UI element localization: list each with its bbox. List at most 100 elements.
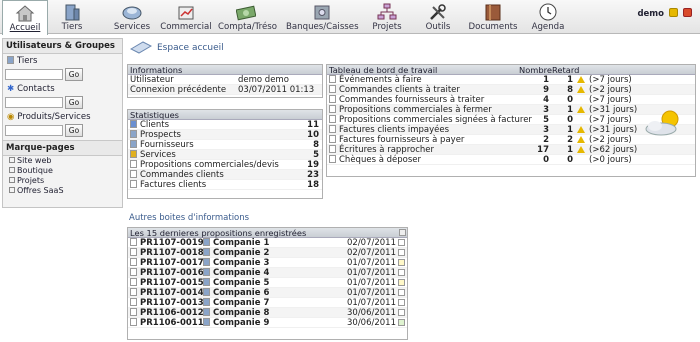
menu-tiers[interactable]: Tiers xyxy=(54,0,90,34)
menu-documents[interactable]: Documents xyxy=(468,0,518,34)
dashboard-row[interactable]: Factures clients impayées 3 1 (>31 jours) xyxy=(327,125,695,135)
proposal-row[interactable]: PR1107-0016 Companie 4 01/07/2011 xyxy=(128,268,407,278)
search-contacts-label[interactable]: Contacts xyxy=(17,84,55,94)
dashboard-row[interactable]: Propositions commerciales signées à fact… xyxy=(327,115,695,125)
dashboard-delai: (>31 jours) xyxy=(589,105,638,115)
logout-icon[interactable] xyxy=(683,8,692,17)
search-tiers-go-button[interactable]: Go xyxy=(65,68,83,81)
dashboard-delai: (>62 jours) xyxy=(589,145,638,155)
proposal-ref[interactable]: PR1107-0019 xyxy=(140,238,204,248)
company-cell: Companie 9 xyxy=(203,318,269,328)
company-cell: Companie 7 xyxy=(203,298,269,308)
proposal-ref[interactable]: PR1107-0015 xyxy=(140,278,204,288)
dashboard-row[interactable]: Commandes clients à traiter 9 8 (>2 jours) xyxy=(327,85,695,95)
dashboard-box: Tableau de bord de travail Nombre Retard… xyxy=(326,64,696,177)
proposal-row[interactable]: PR1107-0017 Companie 3 01/07/2011 xyxy=(128,258,407,268)
menu-agenda[interactable]: Agenda xyxy=(530,0,566,34)
warning-icon xyxy=(574,135,585,145)
safe-icon xyxy=(312,3,332,21)
proposal-ref[interactable]: PR1107-0018 xyxy=(140,248,204,258)
dashboard-row[interactable]: Chèques à déposer 0 0 (>0 jours) xyxy=(327,155,695,165)
company-name[interactable]: Companie 8 xyxy=(213,308,269,318)
documents-icon xyxy=(483,3,503,21)
proposal-status-icon xyxy=(398,289,405,296)
stat-label: Fournisseurs xyxy=(140,140,194,150)
stat-row[interactable]: Clients 11 xyxy=(128,120,322,130)
bookmark-item[interactable]: Boutique xyxy=(3,166,122,176)
menu-services[interactable]: Services xyxy=(112,0,152,34)
menu-projets[interactable]: Projets xyxy=(370,0,404,34)
other-boxes-link[interactable]: Autres boites d'informations xyxy=(129,213,249,223)
proposal-date: 30/06/2011 xyxy=(347,308,396,318)
search-contacts-go-button[interactable]: Go xyxy=(65,96,83,109)
dashboard-nombre: 0 xyxy=(543,155,549,165)
company-name[interactable]: Companie 9 xyxy=(213,318,269,328)
proposal-row[interactable]: PR1107-0015 Companie 5 01/07/2011 xyxy=(128,278,407,288)
company-name[interactable]: Companie 7 xyxy=(213,298,269,308)
menu-compta[interactable]: Compta/Tréso xyxy=(218,0,277,34)
proposal-ref[interactable]: PR1106-0012 xyxy=(140,308,204,318)
dashboard-row[interactable]: Événements à faire 1 1 (>7 jours) xyxy=(327,75,695,85)
sidebar-header[interactable]: Utilisateurs & Groupes xyxy=(3,39,122,54)
bookmarks-header[interactable]: Marque-pages xyxy=(3,140,122,156)
proposal-row[interactable]: PR1106-0012 Companie 8 30/06/2011 xyxy=(128,308,407,318)
bookmark-icon xyxy=(9,157,15,163)
search-contacts-input[interactable] xyxy=(5,97,63,108)
proposal-ref[interactable]: PR1107-0014 xyxy=(140,288,204,298)
bookmark-item[interactable]: Projets xyxy=(3,176,122,186)
bookmark-item[interactable]: Site web xyxy=(3,156,122,166)
box-close-icon[interactable] xyxy=(399,229,406,236)
dashboard-row[interactable]: Commandes fournisseurs à traiter 4 0 (>7 jo… xyxy=(327,95,695,105)
proposal-icon xyxy=(130,278,137,286)
money-icon xyxy=(235,3,257,21)
dashboard-delai: (>2 jours) xyxy=(589,135,632,145)
dashboard-row[interactable]: Écritures à rapprocher 17 1 (>62 jours) xyxy=(327,145,695,155)
menu-accueil[interactable]: Accueil xyxy=(2,0,48,35)
search-products-go-button[interactable]: Go xyxy=(65,124,83,137)
company-name[interactable]: Companie 6 xyxy=(213,288,269,298)
company-name[interactable]: Companie 1 xyxy=(213,238,269,248)
dashboard-nombre: 4 xyxy=(543,95,549,105)
company-name[interactable]: Companie 2 xyxy=(213,248,269,258)
proposal-status-icon xyxy=(398,279,405,286)
company-name[interactable]: Companie 3 xyxy=(213,258,269,268)
bookmark-item[interactable]: Offres SaaS xyxy=(3,186,122,196)
stat-row[interactable]: Fournisseurs 8 xyxy=(128,140,322,150)
dashboard-row[interactable]: Propositions commerciales à fermer 3 1 (>31… xyxy=(327,105,695,115)
stat-row[interactable]: Factures clients 18 xyxy=(128,180,322,190)
username[interactable]: demo xyxy=(637,9,664,19)
stat-row[interactable]: Services 5 xyxy=(128,150,322,160)
search-tiers-label[interactable]: Tiers xyxy=(17,56,37,66)
proposal-ref[interactable]: PR1107-0016 xyxy=(140,268,204,278)
proposal-status-icon xyxy=(398,249,405,256)
proposal-row[interactable]: PR1107-0014 Companie 6 01/07/2011 xyxy=(128,288,407,298)
menu-outils[interactable]: Outils xyxy=(423,0,453,34)
menu-banques[interactable]: Banques/Caisses xyxy=(286,0,359,34)
proposal-ref[interactable]: PR1106-0011 xyxy=(140,318,204,328)
stat-row[interactable]: Commandes clients 23 xyxy=(128,170,322,180)
dashboard-row[interactable]: Factures fournisseurs à payer 2 2 (>2 jours… xyxy=(327,135,695,145)
statistiques-box: Statistiques Clients 11 Prospects 10 Fournis… xyxy=(127,109,323,199)
proposal-ref[interactable]: PR1107-0017 xyxy=(140,258,204,268)
proposal-row[interactable]: PR1107-0013 Companie 7 01/07/2011 xyxy=(128,298,407,308)
search-products-label[interactable]: Produits/Services xyxy=(17,112,90,122)
company-name[interactable]: Companie 5 xyxy=(213,278,269,288)
col-nombre: Nombre xyxy=(519,65,552,75)
search-tiers-input[interactable] xyxy=(5,69,63,80)
dashboard-retard: 2 xyxy=(567,135,573,145)
menu-commercial[interactable]: Commercial xyxy=(160,0,212,34)
lock-icon[interactable] xyxy=(669,8,678,17)
company-icon xyxy=(203,308,210,316)
top-menu-bar: Accueil Tiers Services Commercial Compta… xyxy=(0,0,700,35)
proposal-row[interactable]: PR1106-0011 Companie 9 30/06/2011 xyxy=(128,318,407,328)
clock-icon xyxy=(538,3,558,21)
proposal-row[interactable]: PR1107-0018 Companie 2 02/07/2011 xyxy=(128,248,407,258)
proposal-row[interactable]: PR1107-0019 Companie 1 02/07/2011 xyxy=(128,238,407,248)
stat-row[interactable]: Prospects 10 xyxy=(128,130,322,140)
stat-value: 23 xyxy=(307,170,319,180)
stat-row[interactable]: Propositions commerciales/devis 19 xyxy=(128,160,322,170)
company-cell: Companie 1 xyxy=(203,238,269,248)
company-name[interactable]: Companie 4 xyxy=(213,268,269,278)
proposal-ref[interactable]: PR1107-0013 xyxy=(140,298,204,308)
search-products-input[interactable] xyxy=(5,125,63,136)
